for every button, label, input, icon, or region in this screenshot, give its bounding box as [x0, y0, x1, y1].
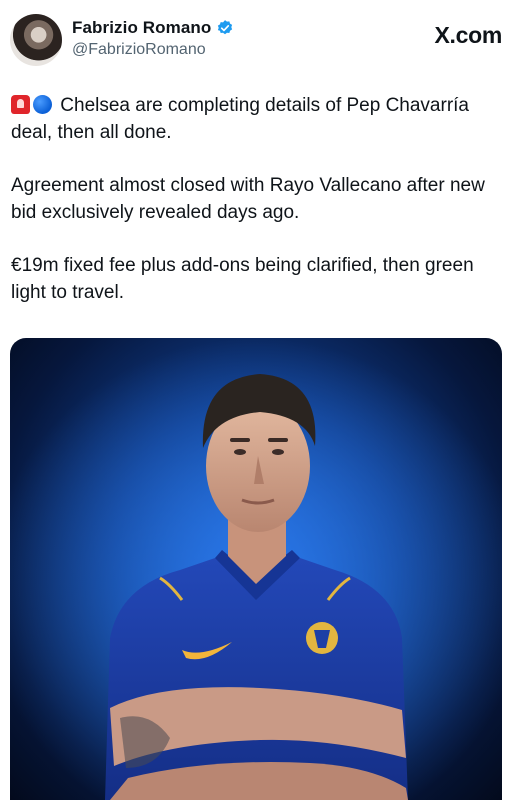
tweet-body: Chelsea are completing details of Pep Ch…: [11, 92, 503, 332]
tweet-header: Fabrizio Romano @FabrizioRomano X.com: [10, 14, 502, 66]
siren-emoji-icon: [11, 95, 30, 114]
tweet-paragraph-1: Chelsea are completing details of Pep Ch…: [11, 92, 503, 146]
player-illustration: [10, 338, 502, 800]
verified-badge-icon: [218, 20, 233, 35]
x-com-logo: X.com: [434, 22, 502, 48]
author-name[interactable]: Fabrizio Romano: [72, 18, 211, 38]
tweet-media-photo[interactable]: [10, 338, 502, 800]
author-name-row: Fabrizio Romano: [72, 18, 234, 38]
tweet-paragraph-2: Agreement almost closed with Rayo Vallec…: [11, 175, 485, 223]
author-avatar[interactable]: [10, 14, 62, 66]
tweet-paragraph-1-text: Chelsea are completing details of Pep Ch…: [11, 95, 470, 143]
blue-circle-emoji-icon: [33, 95, 52, 114]
chelsea-crest-icon: [306, 622, 338, 654]
author-handle[interactable]: @FabrizioRomano: [72, 41, 206, 59]
tweet-paragraph-3: €19m fixed fee plus add-ons being clarif…: [11, 255, 474, 303]
